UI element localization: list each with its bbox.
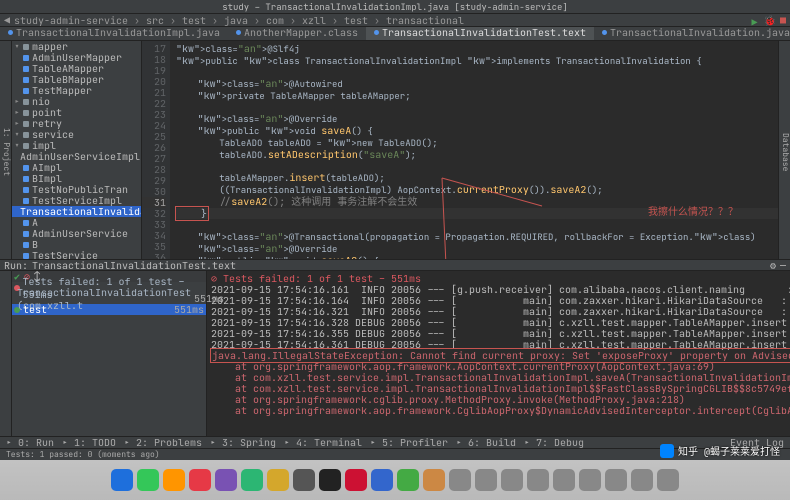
dock-app-icon[interactable] [631,469,653,491]
dock-app-icon[interactable] [267,469,289,491]
dock-app-icon[interactable] [189,469,211,491]
folder-icon [23,132,29,138]
class-icon [23,231,29,237]
dock-app-icon[interactable] [371,469,393,491]
file-icon [602,30,607,35]
run-tool-header: Run: TransactionalInvalidationTest.text … [0,259,790,271]
file-icon [236,30,241,35]
line-gutter: 1718192021222324252627282930313233343536… [142,41,170,259]
breadcrumb-item[interactable]: test [182,14,206,27]
class-icon [23,220,29,226]
zhihu-logo-icon [660,444,674,458]
dock-app-icon[interactable] [111,469,133,491]
minimize-icon[interactable]: — [780,259,786,272]
file-icon [374,30,379,35]
dock-app-icon[interactable] [579,469,601,491]
editor-tab[interactable]: AnotherMapper.class [228,27,366,40]
dock-app-icon[interactable] [553,469,575,491]
dock-app-icon[interactable] [397,469,419,491]
breadcrumb-item[interactable]: src [146,14,164,27]
handwritten-annotation: 我擦什么情况？？？ [648,203,738,218]
database-rail[interactable]: Database [778,41,790,259]
folder-icon [23,44,29,50]
class-icon [23,187,29,193]
class-icon [23,77,29,83]
folder-icon [23,99,29,105]
breadcrumb-item[interactable]: com [266,14,284,27]
stop-icon[interactable]: ■ [780,14,786,27]
folder-icon [23,121,29,127]
run-tool-rail[interactable] [0,271,12,436]
class-icon [23,55,29,61]
filter-pass-icon[interactable]: ✔ [14,270,20,283]
editor-tab[interactable]: TransactionalInvalidationTest.text [366,27,594,40]
dock-app-icon[interactable] [501,469,523,491]
dock-app-icon[interactable] [215,469,237,491]
tool-window-tab[interactable]: ▸ 3: Spring [210,436,276,449]
tool-window-tab[interactable]: ▸ 6: Build [456,436,516,449]
settings-icon[interactable]: ⚙ [770,259,776,272]
dock-app-icon[interactable] [137,469,159,491]
test-tree[interactable]: ✔ ⊘ ↕ Tests failed: 1 of 1 test – 551msT… [12,271,207,436]
class-icon [23,88,29,94]
dock-app-icon[interactable] [345,469,367,491]
window-title: study – TransactionalInvalidationImpl.ja… [0,0,790,14]
class-icon [23,242,29,248]
breadcrumb-item[interactable]: transactional [386,14,464,27]
folder-icon [23,110,29,116]
tool-window-tab[interactable]: ▸ 0: Run [6,436,54,449]
code-area[interactable]: "kw">class="an">@Slf4j "kw">public "kw">… [170,41,778,259]
file-icon [8,30,13,35]
dock-app-icon[interactable] [293,469,315,491]
folder-icon [23,143,29,149]
class-icon [23,165,29,171]
run-icon[interactable]: ▶ [752,16,760,24]
tool-window-tab[interactable]: ▸ 1: TODO [62,436,116,449]
project-tree[interactable]: ▾mapperAdminUserMapperTableAMapperTableB… [12,41,142,259]
breadcrumb-item[interactable]: test [344,14,368,27]
editor-tab[interactable]: TransactionalInvalidation.java [594,27,790,40]
run-config-name[interactable]: TransactionalInvalidationTest.text [32,259,236,272]
class-icon [23,198,29,204]
debug-icon[interactable]: 🐞 [764,14,776,27]
nav-back-icon[interactable]: ◀ [4,14,10,27]
dock-app-icon[interactable] [423,469,445,491]
tool-window-tab[interactable]: ▸ 5: Profiler [370,436,448,449]
zhihu-watermark: 知乎 @蝎子莱莱爱打怪 [660,443,780,458]
class-icon [23,66,29,72]
editor-tab[interactable]: TransactionalInvalidationImpl.java [0,27,228,40]
dock-app-icon[interactable] [527,469,549,491]
breadcrumb-item[interactable]: java [224,14,248,27]
dock-app-icon[interactable] [319,469,341,491]
dock-app-icon[interactable] [449,469,471,491]
dock-app-icon[interactable] [241,469,263,491]
project-tool-rail[interactable]: 1: Project [0,41,12,259]
dock-app-icon[interactable] [605,469,627,491]
macos-dock[interactable] [0,460,790,500]
code-editor[interactable]: 1718192021222324252627282930313233343536… [142,41,778,259]
pass-icon [14,307,20,313]
breadcrumb-item[interactable]: xzll [302,14,326,27]
dock-app-icon[interactable] [163,469,185,491]
breadcrumb-bar: ◀ study-admin-service › src › test › jav… [0,14,790,27]
class-icon [23,176,29,182]
tool-window-tab[interactable]: ▸ 7: Debug [524,436,584,449]
tool-window-tab[interactable]: ▸ 2: Problems [124,436,202,449]
editor-tabs: TransactionalInvalidationImpl.javaAnothe… [0,27,790,41]
dock-app-icon[interactable] [657,469,679,491]
tool-window-tab[interactable]: ▸ 4: Terminal [284,436,362,449]
breadcrumb-item[interactable]: study-admin-service [14,14,128,27]
dock-app-icon[interactable] [475,469,497,491]
console-output[interactable]: ⊘ Tests failed: 1 of 1 test – 551ms2021-… [207,271,790,436]
